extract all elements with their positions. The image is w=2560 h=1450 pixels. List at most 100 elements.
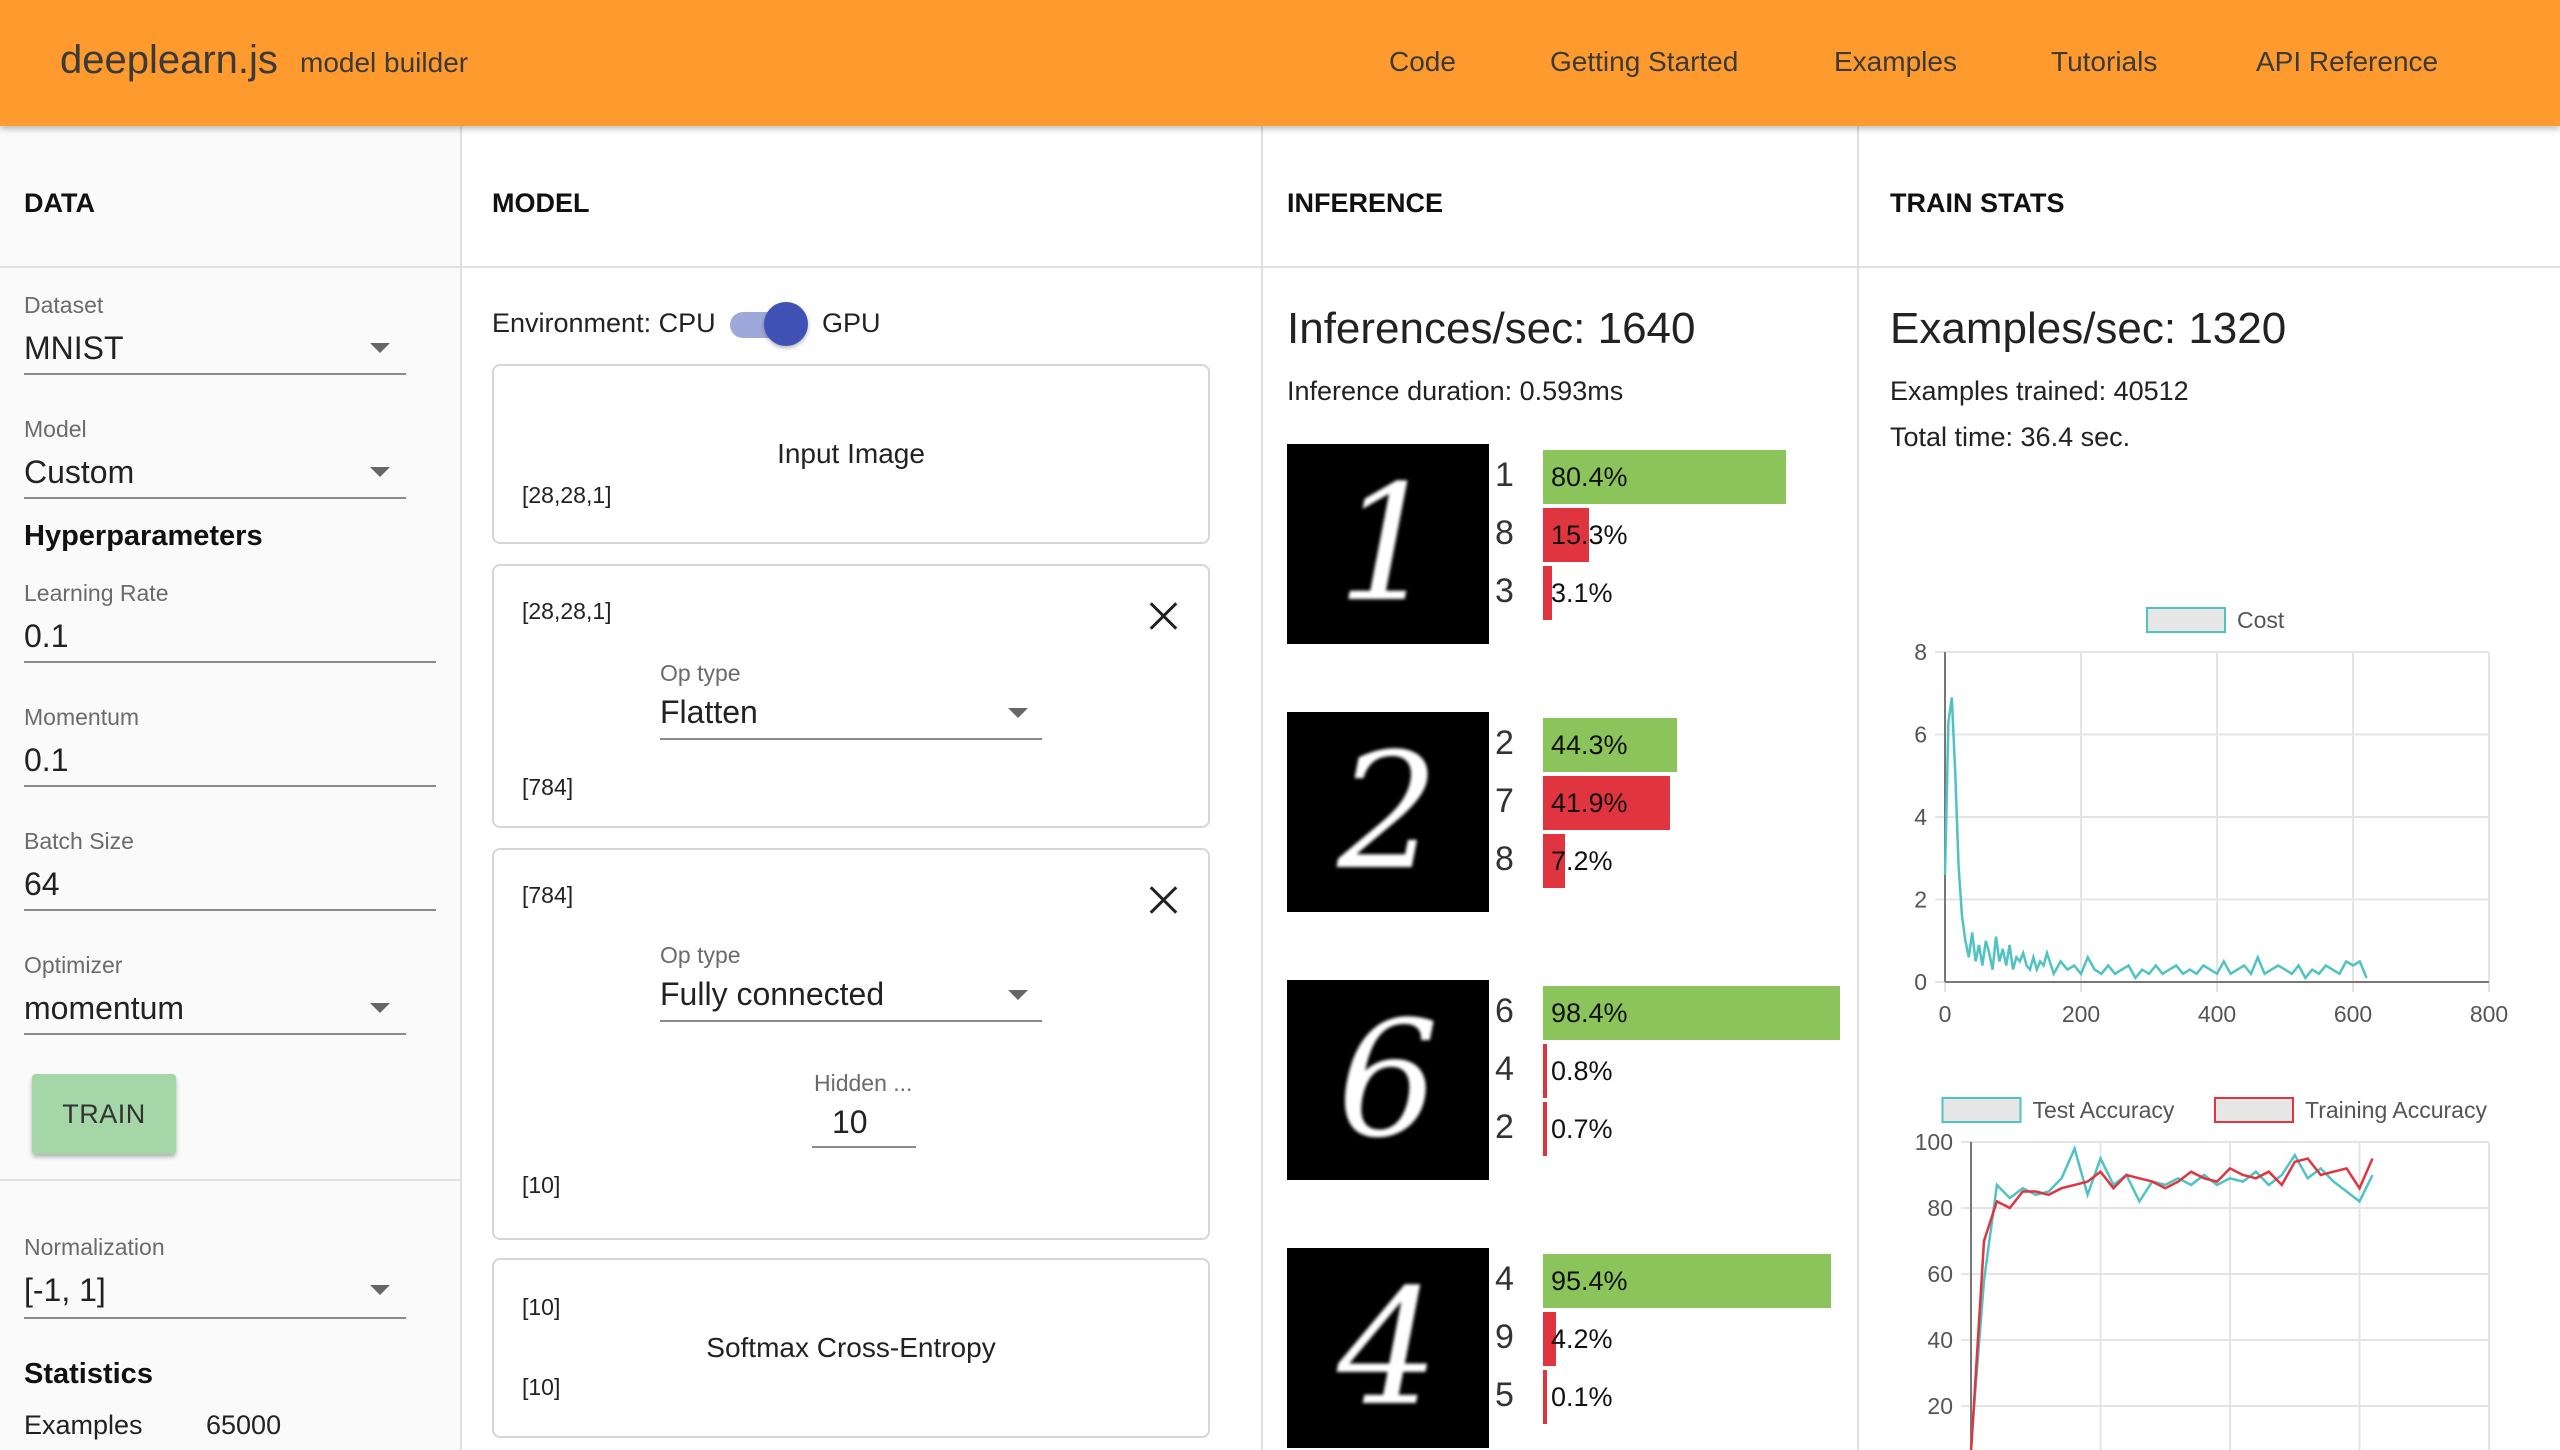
data-panel-title: DATA — [24, 188, 95, 218]
fc-hidden-label: Hidden ... — [814, 1070, 913, 1096]
learning-rate-underline — [24, 661, 436, 663]
flatten-op-label: Op type — [660, 660, 741, 686]
prediction-percent: 3.1% — [1551, 578, 1613, 608]
digit-image: 4 — [1287, 1248, 1489, 1448]
optimizer-value[interactable]: momentum — [24, 990, 184, 1027]
learning-rate-input[interactable]: 0.1 — [24, 618, 68, 655]
y-tick-label: 4 — [1914, 804, 1927, 830]
y-tick-label: 100 — [1915, 1129, 1953, 1155]
fc-layer-card: [784] Op type Fully connected Hidden ...… — [492, 848, 1210, 1240]
softmax-layer-card: [10] Softmax Cross-Entropy [10] — [492, 1258, 1210, 1438]
nav-tutorials[interactable]: Tutorials — [2051, 46, 2157, 78]
prediction-percent: 15.3% — [1551, 520, 1628, 550]
nav-examples[interactable]: Examples — [1834, 46, 1957, 78]
input-layer-title: Input Image — [777, 438, 925, 469]
close-icon[interactable] — [1146, 882, 1182, 918]
fc-op-value[interactable]: Fully connected — [660, 976, 884, 1013]
prediction-percent: 4.2% — [1551, 1324, 1613, 1354]
prediction-percent: 0.8% — [1551, 1056, 1613, 1086]
chevron-down-icon[interactable] — [370, 343, 390, 353]
digit-glyph: 1 — [1337, 450, 1439, 637]
input-layer-card: Input Image [28,28,1] — [492, 364, 1210, 544]
prediction-percent: 41.9% — [1551, 788, 1628, 818]
prediction-label: 8 — [1495, 840, 1514, 878]
batch-size-input[interactable]: 64 — [24, 866, 60, 903]
softmax-layer-title: Softmax Cross-Entropy — [706, 1332, 996, 1363]
prediction-label: 2 — [1495, 1108, 1514, 1146]
learning-rate-label: Learning Rate — [24, 580, 169, 606]
prediction-percent: 0.7% — [1551, 1114, 1613, 1144]
series-line — [1943, 697, 2368, 981]
prediction-label: 9 — [1495, 1318, 1514, 1356]
examples-per-sec: Examples/sec: 1320 — [1890, 304, 2287, 353]
prediction-bar — [1543, 1370, 1547, 1424]
prediction-percent: 98.4% — [1551, 998, 1628, 1028]
dataset-label: Dataset — [24, 292, 104, 318]
brand-title[interactable]: deeplearn.js — [60, 38, 278, 83]
examples-trained: Examples trained: 40512 — [1890, 376, 2189, 406]
optimizer-underline — [24, 1033, 406, 1035]
flatten-op-value[interactable]: Flatten — [660, 694, 758, 731]
inference-panel-header: INFERENCE — [1263, 126, 1857, 268]
fc-op-underline — [660, 1020, 1042, 1022]
flatten-in-shape: [28,28,1] — [522, 598, 612, 624]
chevron-down-icon[interactable] — [370, 467, 390, 477]
fc-in-shape: [784] — [522, 882, 574, 908]
prediction-bar — [1543, 1044, 1547, 1098]
prediction-label: 8 — [1495, 514, 1514, 552]
inference-panel: INFERENCE Inferences/sec: 1640 Inference… — [1263, 126, 1859, 1450]
prediction-percent: 0.1% — [1551, 1382, 1613, 1412]
momentum-input[interactable]: 0.1 — [24, 742, 68, 779]
inference-panel-title: INFERENCE — [1287, 188, 1444, 218]
fc-hidden-underline — [812, 1146, 916, 1148]
fc-hidden-input[interactable]: 10 — [832, 1104, 868, 1141]
dataset-value[interactable]: MNIST — [24, 330, 124, 367]
flatten-out-shape: [784] — [522, 774, 574, 800]
batch-size-label: Batch Size — [24, 828, 134, 854]
y-tick-label: 40 — [1927, 1327, 1953, 1353]
fc-out-shape: [10] — [522, 1172, 561, 1198]
legend-swatch — [2146, 607, 2226, 633]
y-tick-label: 2 — [1914, 887, 1927, 913]
chevron-down-icon[interactable] — [370, 1285, 390, 1295]
optimizer-label: Optimizer — [24, 952, 123, 978]
brand-subtitle: model builder — [300, 47, 469, 78]
chevron-down-icon[interactable] — [370, 1003, 390, 1013]
prediction-label: 1 — [1495, 456, 1514, 494]
inferences-per-sec: Inferences/sec: 1640 — [1287, 304, 1696, 353]
prediction-percent: 7.2% — [1551, 846, 1613, 876]
nav-code[interactable]: Code — [1389, 46, 1456, 78]
digit-image: 1 — [1287, 444, 1489, 644]
momentum-underline — [24, 785, 436, 787]
close-icon[interactable] — [1146, 598, 1182, 634]
digit-glyph: 6 — [1337, 986, 1439, 1173]
prediction-percent: 44.3% — [1551, 730, 1628, 760]
examples-label: Examples — [24, 1410, 143, 1440]
model-value[interactable]: Custom — [24, 454, 134, 491]
y-tick-label: 6 — [1914, 722, 1927, 748]
nav-api-reference[interactable]: API Reference — [2256, 46, 2438, 78]
env-toggle-knob[interactable] — [764, 302, 808, 346]
prediction-label: 7 — [1495, 782, 1514, 820]
train-button[interactable]: TRAIN — [32, 1074, 176, 1154]
prediction-label: 6 — [1495, 992, 1514, 1030]
env-cpu-label: Environment: CPU — [492, 308, 716, 338]
normalization-label: Normalization — [24, 1234, 165, 1260]
accuracy-chart: 0200400600800020406080100Test AccuracyTr… — [1915, 1097, 2490, 1450]
nav-getting-started[interactable]: Getting Started — [1550, 46, 1738, 78]
hyperparameters-title: Hyperparameters — [24, 520, 263, 552]
chevron-down-icon[interactable] — [1008, 990, 1028, 1000]
examples-value: 65000 — [206, 1410, 282, 1440]
normalization-value[interactable]: [-1, 1] — [24, 1272, 106, 1309]
env-gpu-label: GPU — [822, 308, 881, 338]
chevron-down-icon[interactable] — [1008, 708, 1028, 718]
app-header: deeplearn.js model builder Code Getting … — [0, 0, 2560, 126]
prediction-label: 4 — [1495, 1260, 1514, 1298]
inference-duration: Inference duration: 0.593ms — [1287, 376, 1624, 406]
flatten-layer-card: [28,28,1] Op type Flatten [784] — [492, 564, 1210, 828]
fc-op-label: Op type — [660, 942, 741, 968]
total-time: Total time: 36.4 sec. — [1890, 422, 2131, 452]
legend-label: Test Accuracy — [2033, 1097, 2175, 1123]
legend-label: Training Accuracy — [2305, 1097, 2487, 1123]
normalization-underline — [24, 1317, 406, 1319]
